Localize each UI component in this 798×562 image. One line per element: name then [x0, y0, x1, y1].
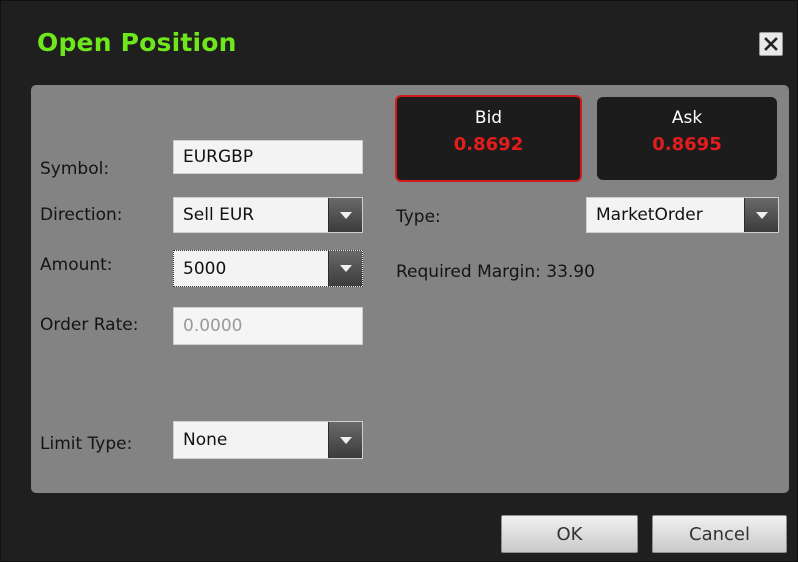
required-margin-label-text: Required Margin:	[396, 262, 541, 282]
amount-value: 5000	[183, 258, 227, 279]
required-margin-label: Required Margin: 33.90	[396, 262, 595, 282]
symbol-field[interactable]: EURGBP	[173, 140, 363, 174]
amount-dropdown-button[interactable]	[328, 251, 362, 286]
ask-price: 0.8695	[652, 134, 722, 155]
order-rate-placeholder: 0.0000	[183, 316, 243, 336]
direction-value: Sell EUR	[183, 205, 255, 225]
close-button[interactable]	[759, 32, 783, 56]
ask-quote-button[interactable]: Ask 0.8695	[597, 97, 777, 180]
direction-dropdown-button[interactable]	[328, 198, 362, 232]
cancel-button[interactable]: Cancel	[652, 515, 787, 553]
required-margin-value: 33.90	[546, 262, 595, 282]
symbol-value: EURGBP	[183, 147, 254, 167]
direction-select[interactable]: Sell EUR	[173, 197, 363, 233]
amount-label: Amount:	[40, 255, 113, 275]
limit-type-value: None	[183, 430, 228, 450]
ok-button[interactable]: OK	[501, 515, 638, 553]
type-value: MarketOrder	[596, 205, 703, 225]
limit-type-dropdown-button[interactable]	[328, 422, 362, 458]
direction-label: Direction:	[40, 205, 123, 225]
bid-price: 0.8692	[453, 134, 524, 155]
chevron-down-icon	[339, 436, 352, 444]
type-label: Type:	[396, 207, 441, 227]
limit-type-select[interactable]: None	[173, 421, 363, 459]
type-dropdown-button[interactable]	[744, 198, 778, 232]
chevron-down-icon	[339, 211, 352, 219]
dialog-title: Open Position	[37, 28, 237, 57]
limit-type-label: Limit Type:	[40, 434, 133, 454]
order-rate-label: Order Rate:	[40, 315, 139, 335]
type-select[interactable]: MarketOrder	[586, 197, 779, 233]
amount-select[interactable]: 5000	[173, 250, 363, 287]
chevron-down-icon	[755, 211, 768, 219]
close-icon	[764, 37, 778, 51]
order-rate-field[interactable]: 0.0000	[173, 307, 363, 345]
chevron-down-icon	[339, 265, 352, 272]
form-panel: Bid 0.8692 Ask 0.8695 Symbol: EURGBP Dir…	[31, 85, 789, 493]
symbol-label: Symbol:	[40, 159, 110, 179]
ask-label: Ask	[671, 108, 703, 128]
bid-quote-button[interactable]: Bid 0.8692	[395, 95, 582, 182]
open-position-dialog: Open Position Bid 0.8692 Ask 0.8695 Symb…	[0, 0, 798, 562]
bid-label: Bid	[474, 108, 503, 128]
